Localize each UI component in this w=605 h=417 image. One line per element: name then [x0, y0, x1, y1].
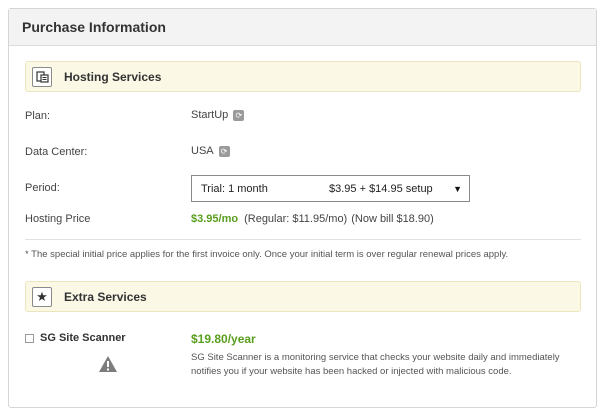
pricing-note: * The special initial price applies for … — [25, 249, 509, 260]
divider — [25, 239, 581, 240]
hosting-price-row: $3.95/mo (Regular: $11.95/mo) (Now bill … — [191, 213, 434, 225]
site-scanner-checkbox[interactable] — [25, 334, 34, 343]
site-scanner-price: $19.80/year — [191, 332, 256, 346]
purchase-information-panel: Purchase Information Hosting Services Pl… — [8, 8, 597, 408]
plan-value-row: StartUp ⟳ — [191, 109, 245, 121]
dropdown-arrow-icon: ▼ — [453, 183, 462, 194]
plan-value: StartUp — [191, 109, 229, 121]
datacenter-label: Data Center: — [25, 146, 88, 158]
panel-title: Purchase Information — [9, 9, 596, 46]
datacenter-value: USA — [191, 145, 214, 157]
period-select[interactable]: Trial: 1 month $3.95 + $14.95 setup ▼ — [191, 175, 470, 202]
warning-icon — [98, 355, 118, 378]
section-title: Extra Services — [64, 289, 147, 304]
server-stack-icon — [32, 66, 52, 87]
datacenter-value-row: USA ⟳ — [191, 145, 230, 157]
period-selected-term: Trial: 1 month — [201, 182, 268, 195]
hosting-price-regular: (Regular: $11.95/mo) — [244, 213, 348, 225]
site-scanner-label[interactable]: SG Site Scanner — [40, 332, 126, 344]
period-label: Period: — [25, 182, 60, 194]
hosting-price-now-bill: (Now bill $18.90) — [351, 213, 434, 225]
change-datacenter-icon[interactable]: ⟳ — [218, 145, 230, 157]
star-icon: ★ — [32, 286, 52, 307]
extra-services-header: ★ Extra Services — [25, 281, 581, 312]
hosting-services-header: Hosting Services — [25, 61, 581, 92]
section-title: Hosting Services — [64, 69, 162, 84]
period-selected-price: $3.95 + $14.95 setup — [329, 182, 433, 195]
site-scanner-description: SG Site Scanner is a monitoring service … — [191, 352, 560, 377]
plan-label: Plan: — [25, 110, 51, 122]
change-plan-icon[interactable]: ⟳ — [233, 109, 245, 121]
hosting-price-label: Hosting Price — [25, 213, 91, 225]
hosting-price-value: $3.95/mo — [191, 213, 239, 225]
